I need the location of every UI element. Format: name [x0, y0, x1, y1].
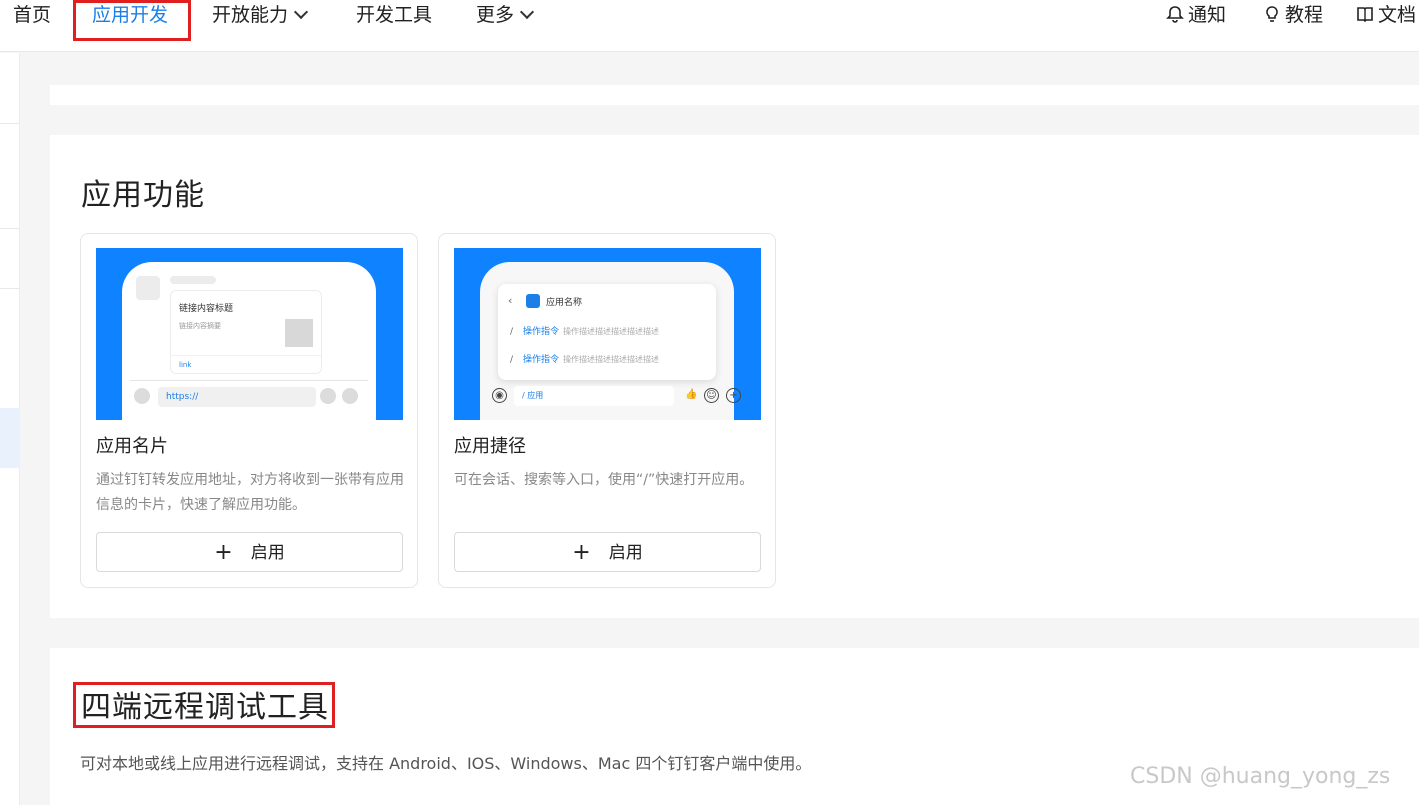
nav-notify[interactable]: 通知	[1166, 0, 1226, 32]
nav-dev-tools[interactable]: 开发工具	[356, 0, 432, 32]
emoji-icon	[320, 388, 336, 404]
enable-button[interactable]: + 启用	[454, 532, 761, 572]
input-divider	[130, 380, 368, 381]
enable-button[interactable]: + 启用	[96, 532, 403, 572]
book-icon	[1357, 7, 1373, 23]
command-row: / 操作指令 操作描述描述描述描述描述	[510, 324, 659, 337]
nav-more[interactable]: 更多	[476, 0, 535, 32]
add-icon	[342, 388, 358, 404]
nav-tutorial[interactable]: 教程	[1263, 0, 1323, 32]
voice-icon	[134, 388, 150, 404]
card-app-shortcut: ‹ 应用名称 / 操作指令 操作描述描述描述描述描述 / 操作指令 操作描述描述描述描述…	[438, 233, 776, 588]
command-description: 操作描述描述描述描述描述	[563, 355, 660, 364]
highlight-box-section	[73, 682, 335, 728]
command-label: 操作指令	[523, 327, 560, 337]
lightbulb-icon	[1266, 6, 1278, 22]
card-app-card: 链接内容标题 链接内容摘要 link https:// 应用名片 通过钉钉转发应…	[80, 233, 418, 588]
sidebar-divider	[0, 288, 20, 289]
card-description: 通过钉钉转发应用地址，对方将收到一张带有应用信息的卡片，快速了解应用功能。	[96, 472, 404, 513]
chevron-down-icon	[519, 4, 535, 20]
nav-open-capability-label: 开放能力	[212, 4, 289, 26]
card-description: 可在会话、搜索等入口，使用“/”快速打开应用。	[454, 472, 754, 488]
command-label: 操作指令	[523, 355, 560, 365]
app-name: 应用名称	[546, 298, 583, 308]
sidebar	[0, 53, 20, 805]
nav-notify-label: 通知	[1188, 4, 1227, 26]
sidebar-divider	[0, 123, 20, 124]
remote-debug-description: 可对本地或线上应用进行远程调试，支持在 Android、IOS、Windows、…	[80, 754, 812, 773]
mock-input: / 应用	[514, 386, 674, 406]
top-nav: 首页 应用开发 开放能力 开发工具 更多 通知 教程 文档	[0, 0, 1419, 52]
link-summary: 链接内容摘要	[179, 322, 221, 330]
enable-button-label: 启用	[608, 543, 643, 563]
command-description: 操作描述描述描述描述描述	[563, 327, 660, 336]
slash-glyph: /	[510, 327, 514, 337]
nav-home[interactable]: 首页	[13, 0, 51, 32]
link-image-placeholder	[285, 319, 313, 347]
top-panel	[50, 85, 1419, 105]
nav-tutorial-label: 教程	[1285, 4, 1324, 26]
phone-mockup: ‹ 应用名称 / 操作指令 操作描述描述描述描述描述 / 操作指令 操作描述描述描述描述…	[480, 262, 741, 420]
link-card-divider	[171, 355, 321, 356]
sidebar-divider	[0, 228, 20, 229]
thumbs-up-icon: 👍	[685, 389, 698, 400]
section-title-app-functions: 应用功能	[81, 178, 205, 213]
link-label: link	[179, 361, 192, 369]
highlight-box-nav	[73, 0, 191, 41]
slash-glyph: /	[510, 355, 514, 365]
nav-more-label: 更多	[476, 4, 515, 26]
mock-input: https://	[158, 387, 316, 407]
name-placeholder	[170, 276, 216, 284]
nav-open-capability[interactable]: 开放能力	[212, 0, 309, 32]
card-thumbnail: ‹ 应用名称 / 操作指令 操作描述描述描述描述描述 / 操作指令 操作描述描述描述描述…	[454, 248, 761, 420]
avatar-placeholder	[136, 276, 160, 300]
add-icon: +	[726, 388, 741, 403]
voice-icon: ◉	[492, 388, 507, 403]
card-thumbnail: 链接内容标题 链接内容摘要 link https://	[96, 248, 403, 420]
bell-icon	[1166, 6, 1184, 23]
plus-icon: +	[572, 540, 591, 565]
nav-docs-label: 文档	[1378, 4, 1417, 26]
app-icon	[526, 294, 540, 308]
watermark: CSDN @huang_yong_zs	[1130, 764, 1391, 789]
plus-icon: +	[214, 540, 233, 565]
enable-button-label: 启用	[250, 543, 285, 563]
emoji-icon: ☺	[704, 388, 719, 403]
sidebar-item-active[interactable]	[0, 408, 20, 468]
phone-mockup: 链接内容标题 链接内容摘要 link https://	[122, 262, 376, 420]
nav-docs[interactable]: 文档	[1356, 0, 1416, 32]
card-title: 应用名片	[96, 436, 168, 457]
link-title: 链接内容标题	[179, 304, 234, 314]
link-card-preview: 链接内容标题 链接内容摘要 link	[170, 290, 322, 374]
back-icon: ‹	[508, 294, 513, 307]
card-title: 应用捷径	[454, 436, 526, 457]
command-row: / 操作指令 操作描述描述描述描述描述	[510, 352, 659, 365]
chevron-down-icon	[293, 4, 309, 20]
shortcut-popup: ‹ 应用名称 / 操作指令 操作描述描述描述描述描述 / 操作指令 操作描述描述描述描述…	[498, 284, 716, 380]
